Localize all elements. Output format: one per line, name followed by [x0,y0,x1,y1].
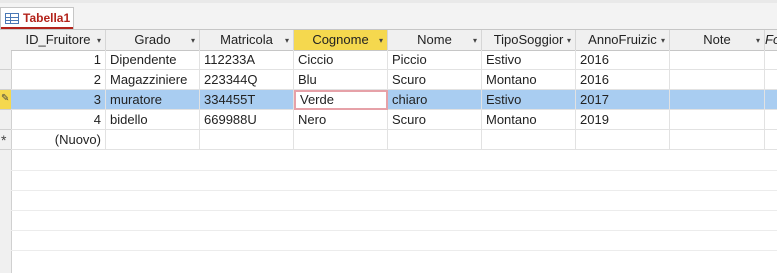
table-icon [5,13,19,24]
cell-matricola[interactable]: 223344Q [200,70,294,90]
cell-cognome-editing[interactable]: Verde [294,90,388,110]
table-row[interactable]: 2 Magazziniere 223344Q Blu Scuro Montano… [11,70,777,90]
chevron-down-icon[interactable]: ▾ [473,31,477,51]
chevron-down-icon[interactable]: ▾ [285,31,289,51]
cell-note[interactable] [670,50,765,70]
column-header-matricola[interactable]: Matricola ▾ [200,30,294,50]
cell-tiposoggiorno[interactable]: Estivo [482,90,576,110]
cell-grado[interactable]: Dipendente [106,50,200,70]
cell-id-fruitore[interactable]: 2 [11,70,106,90]
cell-new-matricola[interactable] [200,130,294,150]
column-header-next[interactable]: Fo [765,30,777,50]
cell-matricola[interactable]: 669988U [200,110,294,130]
cell-id-fruitore[interactable]: 3 [11,90,106,110]
document-tab-bar: Tabella1 [0,3,777,30]
table-row-selected[interactable]: 3 muratore 334455T Verde chiaro Estivo 2… [11,90,777,110]
cell-new-nome[interactable] [388,130,482,150]
column-header-label: Note [703,32,731,47]
cell-next[interactable] [765,110,777,130]
cell-note[interactable] [670,70,765,90]
cell-id-fruitore[interactable]: 4 [11,110,106,130]
column-header-annofruizione[interactable]: AnnoFruizic ▾ [576,30,670,50]
column-header-row: ID_Fruitore ▾ Grado ▾ Matricola ▾ Cognom… [11,30,777,51]
cell-tiposoggiorno[interactable]: Montano [482,70,576,90]
row-selector-new[interactable]: * [0,130,11,150]
cell-cognome[interactable]: Ciccio [294,50,388,70]
row-selector[interactable] [0,50,11,70]
grid-line [11,170,777,171]
cell-next[interactable] [765,70,777,90]
cell-cognome[interactable]: Blu [294,70,388,90]
cell-grado[interactable]: bidello [106,110,200,130]
tab-label: Tabella1 [23,11,71,25]
column-header-grado[interactable]: Grado ▾ [106,30,200,50]
edit-pencil-icon: ✎ [1,93,10,104]
cell-id-fruitore[interactable]: 1 [11,50,106,70]
table-row[interactable]: 1 Dipendente 112233A Ciccio Piccio Estiv… [11,50,777,70]
chevron-down-icon[interactable]: ▾ [567,31,571,51]
cell-note[interactable] [670,90,765,110]
cell-nome[interactable]: Scuro [388,70,482,90]
cell-grado[interactable]: muratore [106,90,200,110]
grid-line [11,250,777,251]
column-header-label: AnnoFruizic [588,32,657,47]
tab-tabella1[interactable]: Tabella1 [0,7,74,29]
table-row[interactable]: 4 bidello 669988U Nero Scuro Montano 201… [11,110,777,130]
cell-next[interactable] [765,50,777,70]
column-header-nome[interactable]: Nome ▾ [388,30,482,50]
cell-nome[interactable]: chiaro [388,90,482,110]
cell-matricola[interactable]: 334455T [200,90,294,110]
cell-new-cognome[interactable] [294,130,388,150]
column-header-label: Nome [417,32,452,47]
column-header-label: Cognome [312,32,369,47]
row-selector[interactable] [0,110,11,130]
grid-line [11,230,777,231]
chevron-down-icon[interactable]: ▾ [379,31,383,51]
cell-grado[interactable]: Magazziniere [106,70,200,90]
column-header-note[interactable]: Note ▾ [670,30,765,50]
grid-line [11,210,777,211]
column-header-id-fruitore[interactable]: ID_Fruitore ▾ [11,30,106,50]
cell-new-next[interactable] [765,130,777,150]
row-selector[interactable]: ✎ [0,90,11,110]
cell-annofruizione[interactable]: 2019 [576,110,670,130]
datasheet-grid: ID_Fruitore ▾ Grado ▾ Matricola ▾ Cognom… [0,30,777,273]
row-selector[interactable] [0,70,11,90]
cell-tiposoggiorno[interactable]: Estivo [482,50,576,70]
chevron-down-icon[interactable]: ▾ [97,31,101,51]
cell-nome[interactable]: Scuro [388,110,482,130]
cell-matricola[interactable]: 112233A [200,50,294,70]
column-header-tiposoggiorno[interactable]: TipoSoggior ▾ [482,30,576,50]
cell-cognome[interactable]: Nero [294,110,388,130]
new-record-row[interactable]: (Nuovo) [11,130,777,150]
column-header-label: ID_Fruitore [25,32,91,47]
cell-new-annofruizione[interactable] [576,130,670,150]
chevron-down-icon[interactable]: ▾ [661,31,665,51]
cell-tiposoggiorno[interactable]: Montano [482,110,576,130]
cell-next[interactable] [765,90,777,110]
cell-annofruizione[interactable]: 2016 [576,70,670,90]
cell-new-id[interactable]: (Nuovo) [11,130,106,150]
column-header-label: Matricola [220,32,273,47]
column-header-label: TipoSoggior [493,32,564,47]
chevron-down-icon[interactable]: ▾ [191,31,195,51]
column-header-cognome[interactable]: Cognome ▾ [294,30,388,50]
tab-accent [1,27,73,29]
cell-new-grado[interactable] [106,130,200,150]
cell-nome[interactable]: Piccio [388,50,482,70]
new-record-icon: * [1,132,7,148]
cell-note[interactable] [670,110,765,130]
cell-annofruizione[interactable]: 2016 [576,50,670,70]
column-header-label: Fo [765,32,777,47]
cell-new-tiposoggiorno[interactable] [482,130,576,150]
cell-new-note[interactable] [670,130,765,150]
chevron-down-icon[interactable]: ▾ [756,31,760,51]
cell-annofruizione[interactable]: 2017 [576,90,670,110]
grid-line [11,190,777,191]
column-header-label: Grado [134,32,171,47]
